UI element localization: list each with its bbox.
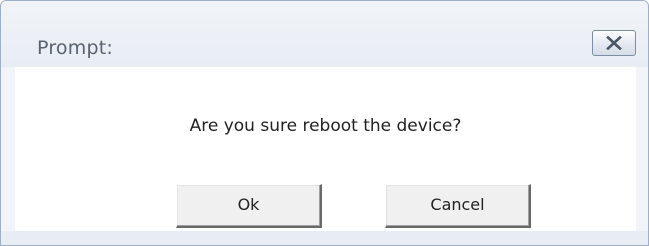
close-icon — [606, 36, 622, 50]
dialog-bottom-border — [1, 231, 648, 245]
reboot-confirm-dialog: Prompt: Are you sure reboot the device? … — [0, 0, 649, 246]
dialog-message: Are you sure reboot the device? — [189, 116, 462, 136]
cancel-button[interactable]: Cancel — [385, 184, 531, 228]
dialog-title: Prompt: — [37, 37, 113, 59]
dialog-body: Are you sure reboot the device? Ok Cance… — [15, 67, 636, 233]
ok-button[interactable]: Ok — [176, 184, 322, 228]
dialog-titlebar[interactable]: Prompt: — [1, 1, 648, 67]
close-button[interactable] — [592, 30, 636, 56]
